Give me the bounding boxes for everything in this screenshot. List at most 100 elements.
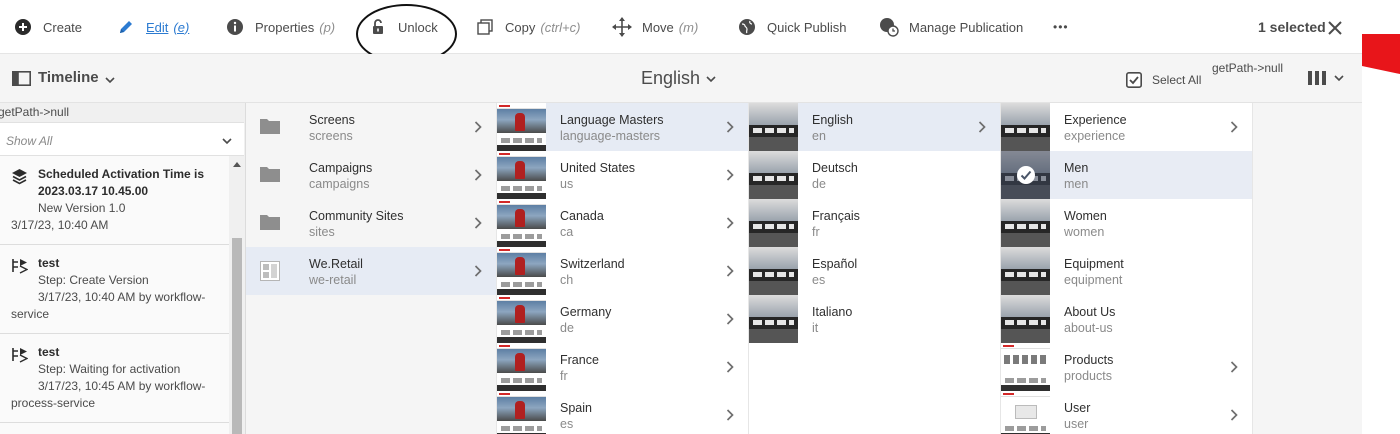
timeline-item-time: 3/17/23, 10:40 AM (11, 218, 109, 232)
quick-publish-button[interactable]: Quick Publish (736, 0, 846, 54)
manage-publication-button[interactable]: Manage Publication (878, 0, 1023, 54)
column-item-experience[interactable]: Experience experience (1001, 103, 1252, 151)
chevron-right-icon[interactable] (1230, 361, 1238, 373)
page-thumbnail (497, 295, 546, 343)
column-item-espanol[interactable]: Español es (749, 247, 1000, 295)
timeline-item-meta: 3/17/23, 10:40 AM by workflow- (38, 290, 206, 304)
chevron-right-icon[interactable] (474, 121, 482, 133)
item-title: User (1064, 401, 1091, 415)
page-thumbnail (497, 391, 546, 434)
workflow-icon (12, 259, 28, 274)
chevron-right-icon[interactable] (726, 313, 734, 325)
scroll-up-arrow-icon[interactable] (233, 162, 241, 167)
page-thumbnail (497, 343, 546, 391)
globe-clock-icon (878, 16, 900, 38)
chevron-right-icon[interactable] (474, 169, 482, 181)
timeline-item[interactable]: Scheduled Activation Time is 2023.03.17 … (0, 156, 229, 245)
item-name: products (1064, 369, 1112, 383)
page-title[interactable]: English (641, 68, 700, 89)
chevron-right-icon[interactable] (1230, 409, 1238, 421)
site-template-icon (260, 261, 280, 281)
chevron-right-icon[interactable] (726, 265, 734, 277)
item-name: men (1064, 177, 1089, 191)
chevron-down-icon[interactable] (706, 74, 716, 84)
chevron-right-icon[interactable] (978, 121, 986, 133)
selected-check-overlay[interactable] (1001, 151, 1050, 199)
column-item-deutsch[interactable]: Deutsch de (749, 151, 1000, 199)
properties-button[interactable]: Properties (p) (224, 0, 335, 54)
column-item-men[interactable]: Men men (1001, 151, 1252, 199)
item-title: Experience (1064, 113, 1127, 127)
item-name: equipment (1064, 273, 1123, 287)
column-item-about-us[interactable]: About Us about-us (1001, 295, 1252, 343)
column-item-community-sites[interactable]: Community Sites sites (246, 199, 496, 247)
column-item-we-retail[interactable]: We.Retail we-retail (246, 247, 496, 295)
create-button[interactable]: Create (12, 0, 82, 54)
chevron-right-icon[interactable] (474, 217, 482, 229)
selection-count: 1 selected (1258, 19, 1326, 35)
item-title: Screens (309, 113, 355, 127)
column-item-language-masters[interactable]: Language Masters language-masters (497, 103, 748, 151)
chevron-right-icon[interactable] (726, 217, 734, 229)
column-item-germany[interactable]: Germany de (497, 295, 748, 343)
debug-getpath-text: getPath->null (0, 105, 70, 119)
view-switcher[interactable] (1308, 70, 1344, 86)
timeline-item[interactable]: test Step: Waiting for activation 3/17/2… (0, 334, 229, 423)
item-title: About Us (1064, 305, 1116, 319)
chevron-right-icon[interactable] (726, 409, 734, 421)
item-title: Community Sites (309, 209, 404, 223)
column-item-canada[interactable]: Canada ca (497, 199, 748, 247)
properties-shortcut: (p) (319, 19, 336, 35)
unlock-button[interactable]: Unlock (367, 0, 438, 54)
edit-button[interactable]: Edit (e) (115, 0, 189, 54)
rail-selector[interactable]: Timeline (38, 69, 99, 86)
timeline-item-title: test (38, 256, 60, 270)
column-item-switzerland[interactable]: Switzerland ch (497, 247, 748, 295)
move-shortcut: (m) (678, 19, 699, 35)
item-name: us (560, 177, 574, 191)
workflow-icon (12, 348, 28, 363)
item-title: We.Retail (309, 257, 363, 271)
column-item-screens[interactable]: Screens screens (246, 103, 496, 151)
page-thumbnail (1001, 199, 1050, 247)
page-thumbnail (497, 247, 546, 295)
rail-scrollbar-thumb[interactable] (232, 238, 242, 434)
copy-label: Copy (505, 19, 536, 35)
more-actions-button[interactable]: ••• (1053, 0, 1069, 54)
copy-button[interactable]: Copy (ctrl+c) (474, 0, 580, 54)
move-button[interactable]: Move (m) (611, 0, 698, 54)
unlock-label: Unlock (398, 19, 438, 35)
close-icon[interactable] (1326, 19, 1344, 37)
create-label: Create (43, 19, 83, 35)
column-item-products[interactable]: Products products (1001, 343, 1252, 391)
column-item-women[interactable]: Women women (1001, 199, 1252, 247)
item-title: Campaigns (309, 161, 373, 175)
chevron-right-icon[interactable] (726, 169, 734, 181)
timeline-filter-select[interactable]: Show All (0, 122, 244, 156)
column-item-user[interactable]: User user (1001, 391, 1252, 434)
timeline-item[interactable]: test Step: Create Version 3/17/23, 10:40… (0, 245, 229, 334)
chevron-down-icon[interactable] (105, 75, 115, 85)
column-item-equipment[interactable]: Equipment equipment (1001, 247, 1252, 295)
chevron-right-icon[interactable] (474, 265, 482, 277)
item-title: Deutsch (812, 161, 858, 175)
item-title: United States (560, 161, 636, 175)
chevron-right-icon[interactable] (726, 361, 734, 373)
folder-icon (260, 215, 280, 230)
item-title: Français (812, 209, 860, 223)
column-item-united-states[interactable]: United States us (497, 151, 748, 199)
column-item-spain[interactable]: Spain es (497, 391, 748, 434)
page-thumbnail (497, 151, 546, 199)
chevron-right-icon[interactable] (726, 121, 734, 133)
column-item-english[interactable]: English en (749, 103, 1000, 151)
column-item-campaigns[interactable]: Campaigns campaigns (246, 151, 496, 199)
item-name: we-retail (309, 273, 357, 287)
column-item-italiano[interactable]: Italiano it (749, 295, 1000, 343)
rail-toggle-icon[interactable] (12, 71, 31, 86)
item-name: user (1064, 417, 1089, 431)
column-item-france[interactable]: France fr (497, 343, 748, 391)
select-all-button[interactable]: Select All (1126, 71, 1201, 89)
empty-column-area (1253, 103, 1362, 434)
column-item-francais[interactable]: Français fr (749, 199, 1000, 247)
chevron-right-icon[interactable] (1230, 121, 1238, 133)
